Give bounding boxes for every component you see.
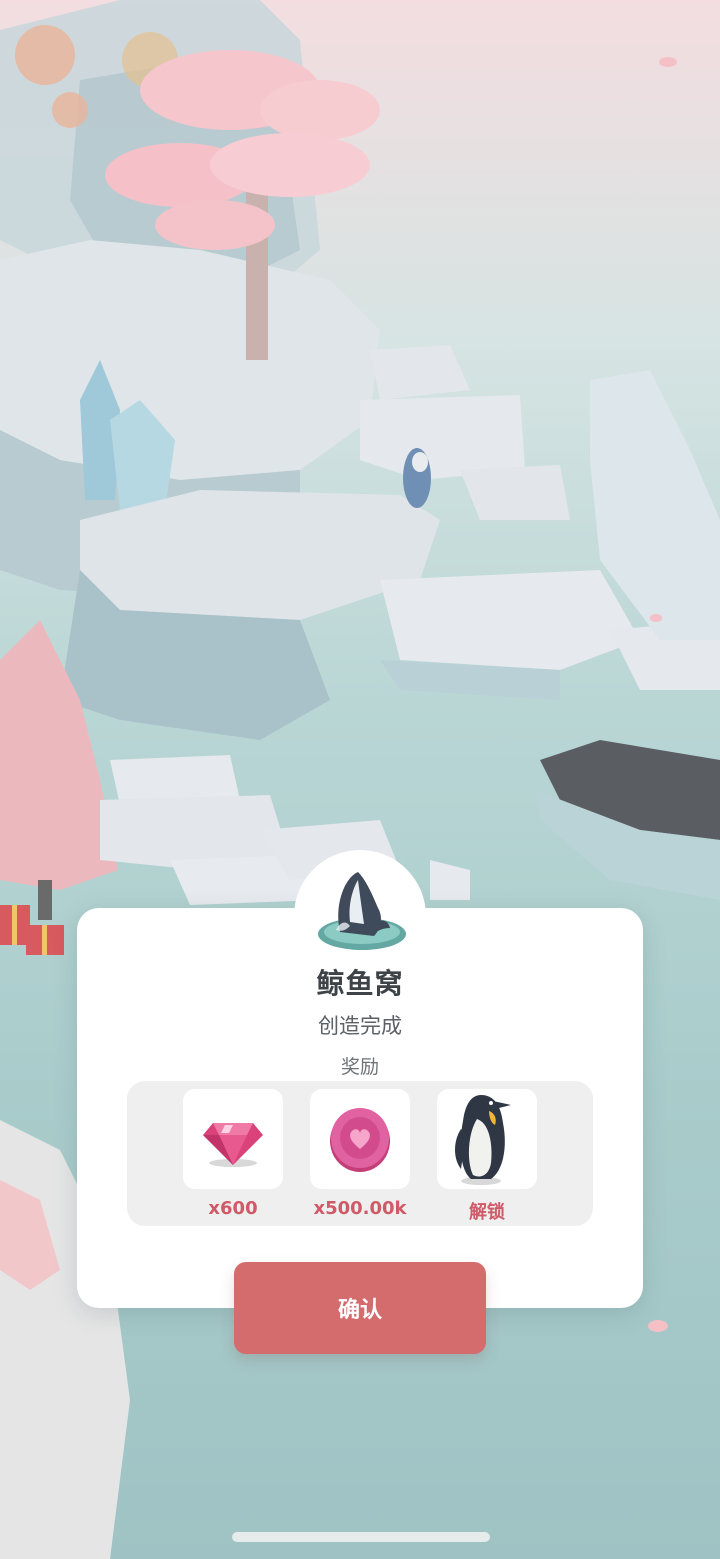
- reward-amount-penguin: 解锁: [469, 1202, 505, 1223]
- game-screen: 鲸鱼窝 创造完成 奖励 x600 x500.00k 解锁 确认: [0, 0, 720, 1559]
- home-indicator[interactable]: [232, 1532, 490, 1542]
- dialog-subtitle: 创造完成: [318, 1014, 402, 1038]
- gem-icon: [203, 1123, 263, 1167]
- reward-amount-coin: x500.00k: [313, 1198, 407, 1219]
- reward-tile-gem: [183, 1089, 283, 1189]
- dialog-title: 鲸鱼窝: [316, 967, 404, 1000]
- reward-amount-gem: x600: [208, 1198, 258, 1219]
- reward-tile-penguin: [437, 1089, 537, 1189]
- confirm-button[interactable]: 确认: [234, 1262, 486, 1354]
- penguin-icon: [455, 1095, 511, 1185]
- reward-label: 奖励: [340, 1056, 379, 1078]
- whale-icon: [314, 866, 410, 956]
- reward-tile-coin: [310, 1089, 410, 1189]
- heart-coin-icon: [330, 1108, 390, 1172]
